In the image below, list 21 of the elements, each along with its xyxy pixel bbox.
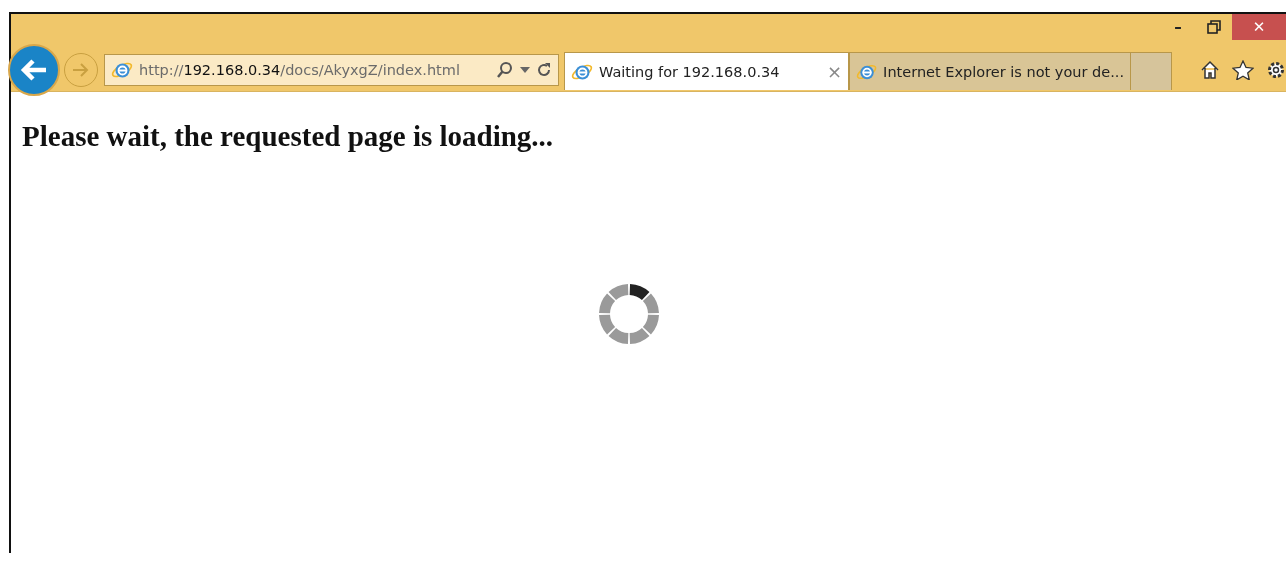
loading-spinner-icon	[597, 283, 660, 345]
page-heading: Please wait, the requested page is loading...	[22, 120, 554, 153]
back-button[interactable]	[8, 44, 60, 96]
minimize-button[interactable]: –	[1160, 14, 1196, 40]
star-icon[interactable]	[1232, 60, 1254, 80]
tab-title: Internet Explorer is not your de...	[883, 63, 1124, 80]
home-icon[interactable]	[1200, 60, 1220, 80]
arrow-right-icon	[71, 62, 91, 78]
tab-close-button[interactable]: ×	[826, 61, 842, 82]
refresh-icon[interactable]	[536, 62, 552, 78]
restore-icon	[1207, 20, 1221, 34]
arrow-left-icon	[20, 58, 48, 82]
tab-title: Waiting for 192.168.0.34	[599, 63, 781, 80]
caret-icon[interactable]	[520, 67, 530, 73]
close-button[interactable]: ✕	[1232, 14, 1286, 40]
address-bar[interactable]: http://192.168.0.34/docs/AkyxgZ/index.html	[104, 54, 559, 86]
url-text: http://192.168.0.34/docs/AkyxgZ/index.html	[139, 62, 461, 78]
browser-tab[interactable]: Waiting for 192.168.0.34 ×	[564, 52, 849, 90]
settings-icon[interactable]	[1266, 60, 1286, 80]
browser-tab[interactable]: Internet Explorer is not your de...	[849, 52, 1131, 90]
search-icon[interactable]	[496, 61, 514, 79]
